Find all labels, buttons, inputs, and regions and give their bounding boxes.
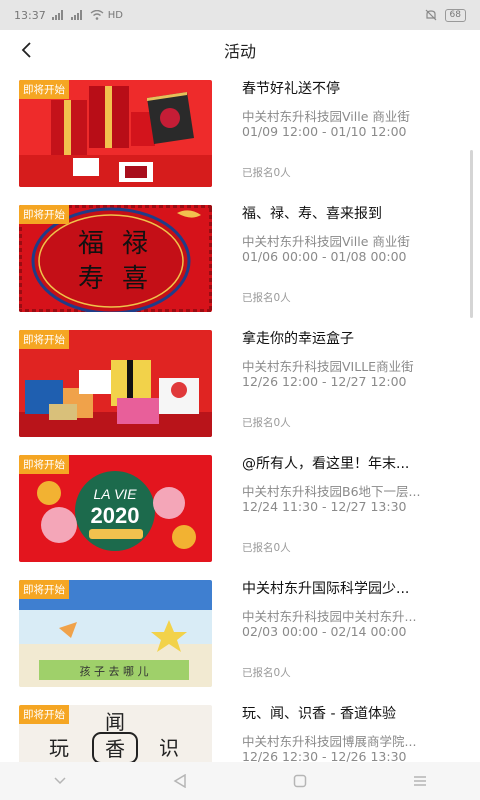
status-badge: 即将开始: [19, 580, 69, 599]
registration-count: 已报名0人: [242, 417, 291, 429]
event-thumbnail[interactable]: 即将开始: [19, 80, 212, 187]
image-text: 孩 子 去 哪 儿: [80, 665, 149, 678]
app-header: 活动: [0, 30, 480, 70]
image-text: 2020: [91, 503, 140, 528]
image-char: 玩: [49, 736, 69, 760]
status-badge: 即将开始: [19, 330, 69, 349]
event-thumbnail[interactable]: LA VIE 2020 即将开始: [19, 455, 212, 562]
event-card[interactable]: 福 禄 寿 喜 即将开始 福、禄、寿、喜来报到 中关村东升科技园Ville 商业…: [0, 195, 480, 320]
image-char: 喜: [122, 264, 148, 294]
registration-count: 已报名0人: [242, 542, 291, 554]
image-char: 寿: [78, 264, 104, 294]
system-nav-bar: [0, 762, 480, 800]
menu-lines-icon: [414, 776, 426, 786]
event-thumbnail[interactable]: 闻 玩 香 识 即将开始: [19, 705, 212, 762]
network-label: HD: [107, 9, 123, 21]
registration-count: 已报名0人: [242, 292, 291, 304]
event-thumbnail[interactable]: 即将开始: [19, 330, 212, 437]
event-time: 12/26 12:00 - 12/27 12:00: [242, 374, 407, 389]
event-title[interactable]: 福、禄、寿、喜来报到: [242, 203, 454, 223]
event-card[interactable]: 即将开始 拿走你的幸运盒子 中关村东升科技园VILLE商业街 12/26 12:…: [0, 320, 480, 445]
battery-indicator: 68: [444, 8, 466, 22]
event-title[interactable]: 中关村东升国际科学园少...: [242, 578, 454, 598]
nav-home-button[interactable]: [280, 766, 320, 796]
nav-back-button[interactable]: [160, 766, 200, 796]
page-title: 活动: [223, 42, 256, 61]
mute-icon: [425, 9, 436, 21]
status-time: 13:37: [14, 8, 46, 22]
event-title[interactable]: 拿走你的幸运盒子: [242, 328, 454, 348]
image-char: 香: [105, 737, 125, 761]
event-thumbnail[interactable]: 孩 子 去 哪 儿 即将开始: [19, 580, 212, 687]
registration-count: 已报名0人: [242, 167, 291, 179]
event-card[interactable]: 即将开始 春节好礼送不停 中关村东升科技园Ville 商业街 01/09 12:…: [0, 70, 480, 195]
scrollbar[interactable]: [470, 150, 473, 318]
collapse-button[interactable]: [40, 766, 80, 796]
signal-icon: [51, 10, 63, 20]
event-thumbnail[interactable]: 福 禄 寿 喜 即将开始: [19, 205, 212, 312]
event-location: 中关村东升科技园Ville 商业街: [242, 234, 410, 249]
status-badge: 即将开始: [19, 205, 69, 224]
event-card[interactable]: 孩 子 去 哪 儿 即将开始 中关村东升国际科学园少... 中关村东升科技园中关…: [0, 570, 480, 695]
back-button[interactable]: [12, 36, 40, 64]
back-triangle-icon: [173, 774, 186, 788]
event-location: 中关村东升科技园VILLE商业街: [242, 359, 414, 374]
event-card[interactable]: LA VIE 2020 即将开始 @所有人，看这里！年末... 中关村东升科技园…: [0, 445, 480, 570]
wifi-icon: [90, 10, 104, 20]
status-badge: 即将开始: [19, 80, 69, 99]
chevron-down-icon: [54, 777, 66, 785]
registration-count: 已报名0人: [242, 667, 291, 679]
event-location: 中关村东升科技园B6地下一层...: [242, 484, 421, 499]
image-text: LA VIE: [93, 486, 137, 502]
image-char: 闻: [105, 710, 125, 734]
image-char: 禄: [122, 229, 148, 259]
image-char: 福: [78, 229, 104, 259]
event-time: 01/09 12:00 - 01/10 12:00: [242, 124, 407, 139]
event-title[interactable]: @所有人，看这里！年末...: [242, 453, 454, 473]
event-title[interactable]: 春节好礼送不停: [242, 78, 454, 98]
chevron-left-icon: [21, 42, 31, 58]
nav-menu-button[interactable]: [400, 766, 440, 796]
status-badge: 即将开始: [19, 455, 69, 474]
status-bar: 13:37 HD 68: [0, 0, 480, 30]
event-location: 中关村东升科技园博展商学院...: [242, 734, 417, 749]
status-badge: 即将开始: [19, 705, 69, 724]
signal-icon: [70, 10, 82, 20]
image-char: 识: [159, 736, 179, 760]
event-time: 02/03 00:00 - 02/14 00:00: [242, 624, 407, 639]
event-time: 12/26 12:30 - 12/26 13:30: [242, 749, 407, 762]
event-title[interactable]: 玩、闻、识香 - 香道体验: [242, 703, 454, 723]
event-time: 01/06 00:00 - 01/08 00:00: [242, 249, 407, 264]
event-location: 中关村东升科技园中关村东升...: [242, 609, 417, 624]
event-list[interactable]: 即将开始 春节好礼送不停 中关村东升科技园Ville 商业街 01/09 12:…: [0, 70, 480, 762]
event-card[interactable]: 闻 玩 香 识 即将开始 玩、闻、识香 - 香道体验 中关村东升科技园博展商学院…: [0, 695, 480, 762]
event-time: 12/24 11:30 - 12/27 13:30: [242, 499, 407, 514]
home-square-icon: [293, 774, 307, 788]
event-location: 中关村东升科技园Ville 商业街: [242, 109, 410, 124]
